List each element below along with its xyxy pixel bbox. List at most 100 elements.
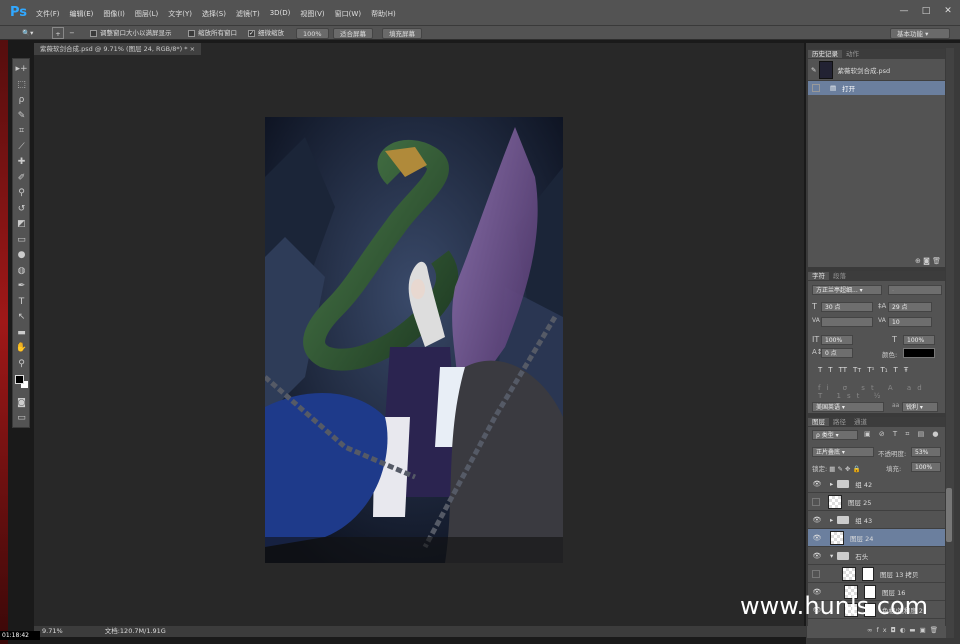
- zoom-in-icon[interactable]: +: [52, 27, 64, 39]
- zoom-all-checkbox[interactable]: 缩放所有窗口: [188, 27, 237, 39]
- visibility-eye-icon[interactable]: 👁: [812, 534, 822, 542]
- tab-layers[interactable]: 图层: [808, 418, 829, 426]
- text-style-button[interactable]: TT: [839, 366, 847, 374]
- horizontal-scale-field[interactable]: 100%: [903, 335, 935, 345]
- group-expand-icon[interactable]: ▾: [830, 552, 833, 560]
- path-select-tool-icon[interactable]: ↖: [15, 311, 28, 324]
- menu-item[interactable]: 编辑(E): [70, 9, 94, 19]
- text-style-button[interactable]: T: [894, 366, 898, 374]
- zoom-tool-icon[interactable]: ⚲: [15, 358, 28, 371]
- text-color-swatch[interactable]: [903, 348, 935, 358]
- font-style-select[interactable]: -: [888, 285, 942, 295]
- text-style-button[interactable]: T: [828, 366, 832, 374]
- mask-icon[interactable]: ◘: [891, 626, 900, 634]
- quick-select-tool-icon[interactable]: ✎: [15, 110, 28, 123]
- menu-item[interactable]: 滤镜(T): [236, 9, 260, 19]
- menu-item[interactable]: 帮助(H): [371, 9, 396, 19]
- shape-tool-icon[interactable]: ▬: [15, 327, 28, 340]
- close-icon[interactable]: ✕: [942, 5, 954, 17]
- eyedropper-tool-icon[interactable]: ⟋: [15, 141, 28, 154]
- lasso-tool-icon[interactable]: ρ: [15, 94, 28, 107]
- move-tool-icon[interactable]: ▸+: [15, 63, 28, 76]
- menu-item[interactable]: 图层(L): [135, 9, 158, 19]
- visibility-eye-icon[interactable]: 👁: [812, 480, 822, 488]
- tab-paths[interactable]: 路径: [829, 418, 850, 426]
- menu-item[interactable]: 窗口(W): [335, 9, 361, 19]
- text-style-button[interactable]: T¹: [867, 366, 874, 374]
- eraser-tool-icon[interactable]: ◩: [15, 218, 28, 231]
- tab-channels[interactable]: 通道: [850, 418, 871, 426]
- marquee-tool-icon[interactable]: ⬚: [15, 79, 28, 92]
- fx-icon[interactable]: fx: [876, 626, 890, 634]
- pen-tool-icon[interactable]: ✒: [15, 280, 28, 293]
- blend-mode-select[interactable]: 正片叠底 ▾: [812, 447, 874, 457]
- tab-history[interactable]: 历史记录: [808, 50, 842, 58]
- adjustment-icon[interactable]: ◐: [900, 626, 910, 634]
- zoom-level[interactable]: 9.71%: [42, 627, 63, 635]
- menu-item[interactable]: 文件(F): [36, 9, 60, 19]
- fill-field[interactable]: 100%: [911, 462, 941, 472]
- menu-item[interactable]: 3D(D): [270, 9, 291, 19]
- scrubby-zoom-checkbox[interactable]: ✓ 细微缩放: [248, 27, 284, 39]
- dodge-tool-icon[interactable]: ◍: [15, 265, 28, 278]
- healing-tool-icon[interactable]: ✚: [15, 156, 28, 169]
- text-style-button[interactable]: Tт: [853, 366, 861, 374]
- menu-item[interactable]: 视图(V): [300, 9, 324, 19]
- minimize-icon[interactable]: —: [898, 5, 910, 17]
- font-size-field[interactable]: 30 点: [821, 302, 873, 312]
- new-layer-icon[interactable]: ▣: [920, 626, 930, 634]
- tab-character[interactable]: 字符: [808, 272, 829, 280]
- visibility-eye-icon[interactable]: 👁: [812, 552, 822, 560]
- brush-tool-icon[interactable]: ✐: [15, 172, 28, 185]
- tab-paragraph[interactable]: 段落: [829, 272, 850, 280]
- zoom-out-icon[interactable]: −: [66, 27, 78, 39]
- tab-actions[interactable]: 动作: [842, 50, 863, 58]
- quick-mask-icon[interactable]: ◙: [15, 397, 28, 410]
- fill-screen-button[interactable]: 填充屏幕: [382, 28, 422, 39]
- zoom-100-button[interactable]: 100%: [296, 28, 329, 39]
- history-snapshot[interactable]: ✎ 紫薇软剑合成.psd: [808, 59, 945, 81]
- tracking-field[interactable]: 10: [888, 317, 932, 327]
- zoom-tool-icon[interactable]: 🔍▾: [22, 27, 33, 39]
- camera-icon[interactable]: ◙: [923, 257, 930, 265]
- hand-tool-icon[interactable]: ✋: [15, 342, 28, 355]
- layer-row[interactable]: 👁 ▸ 组 42: [808, 475, 945, 493]
- layer-mask-thumbnail[interactable]: [862, 566, 874, 581]
- opacity-field[interactable]: 53%: [911, 447, 941, 457]
- font-family-select[interactable]: 方正兰亭超细... ▾: [812, 285, 882, 295]
- screen-mode-icon[interactable]: ▭: [15, 412, 28, 425]
- visibility-eye-icon[interactable]: [812, 497, 820, 506]
- new-document-icon[interactable]: ⊕: [915, 257, 921, 265]
- resize-windows-checkbox[interactable]: 调整窗口大小以满屏显示: [90, 27, 172, 39]
- menu-item[interactable]: 图像(I): [103, 9, 125, 19]
- document-canvas[interactable]: [265, 117, 563, 563]
- text-style-button[interactable]: T: [818, 366, 822, 374]
- crop-tool-icon[interactable]: ⌗: [15, 125, 28, 138]
- layer-row[interactable]: 👁 ▸ 组 43: [808, 511, 945, 529]
- antialias-select[interactable]: 锐利 ▾: [902, 402, 938, 412]
- group-expand-icon[interactable]: ▸: [830, 516, 833, 524]
- layer-row[interactable]: 👁 图层 24: [808, 529, 945, 547]
- close-tab-icon[interactable]: ×: [190, 45, 195, 53]
- text-style-button[interactable]: T₁: [880, 366, 887, 374]
- vertical-scale-field[interactable]: 100%: [821, 335, 853, 345]
- trash-icon[interactable]: 🗑: [930, 626, 942, 634]
- foreground-color-swatch[interactable]: [15, 375, 24, 384]
- visibility-eye-icon[interactable]: 👁: [812, 516, 822, 524]
- lock-icons[interactable]: ▦ ✎ ✥ 🔒: [829, 465, 860, 473]
- layer-row[interactable]: 图层 25: [808, 493, 945, 511]
- stamp-tool-icon[interactable]: ⚲: [15, 187, 28, 200]
- language-select[interactable]: 美国英语 ▾: [812, 402, 884, 412]
- menu-item[interactable]: 选择(S): [202, 9, 226, 19]
- history-brush-tool-icon[interactable]: ↺: [15, 203, 28, 216]
- maximize-icon[interactable]: □: [920, 5, 932, 17]
- workspace-select[interactable]: 基本功能 ▾: [890, 28, 950, 39]
- folder-icon[interactable]: ▬: [909, 626, 919, 634]
- layers-scrollbar[interactable]: [946, 488, 952, 542]
- text-style-button[interactable]: Ŧ: [904, 366, 908, 374]
- gradient-tool-icon[interactable]: ▭: [15, 234, 28, 247]
- layer-row[interactable]: 👁 ▾ 石头: [808, 547, 945, 565]
- fit-screen-button[interactable]: 适合屏幕: [333, 28, 373, 39]
- visibility-eye-icon[interactable]: [812, 569, 820, 578]
- history-item[interactable]: ▤ 打开: [808, 81, 945, 95]
